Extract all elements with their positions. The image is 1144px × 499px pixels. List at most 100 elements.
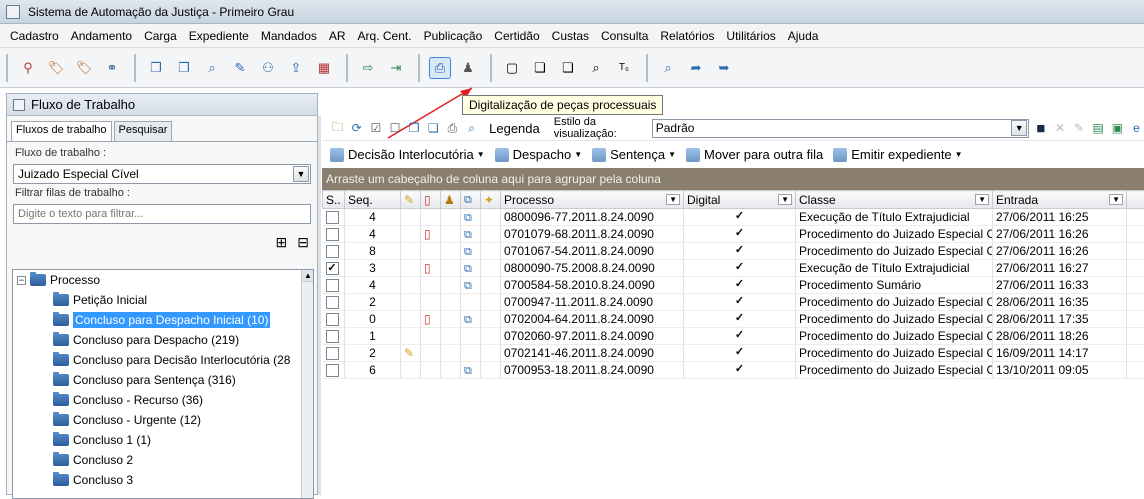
search-icon[interactable]: ⌕ xyxy=(464,119,479,137)
row-select-checkbox[interactable] xyxy=(326,347,339,360)
document-move-icon[interactable]: ❐ xyxy=(173,57,195,79)
scan-documents-icon[interactable]: ⎙ xyxy=(429,57,451,79)
document-next-icon[interactable]: ⇥ xyxy=(385,57,407,79)
document-search-icon[interactable]: ⌕ xyxy=(201,57,223,79)
document-send-icon[interactable]: ➥ xyxy=(713,57,735,79)
cell-select[interactable] xyxy=(323,277,345,294)
users-icon[interactable]: ⚭ xyxy=(101,57,123,79)
col-header-note[interactable]: ✎ xyxy=(401,191,421,209)
cell-processo[interactable]: 0700584-58.2010.8.24.0090 xyxy=(501,277,684,294)
menu-utilitarios[interactable]: Utilitários xyxy=(720,25,781,47)
tab-fluxos[interactable]: Fluxos de trabalho xyxy=(11,121,112,141)
col-header-seq[interactable]: Seq. xyxy=(345,191,401,209)
col-header-people[interactable]: ♟ xyxy=(441,191,461,209)
tree-item[interactable]: Concluso - Recurso (36) xyxy=(13,390,313,410)
table-row[interactable]: 4▯⧉0701079-68.2011.8.24.0090Procedimento… xyxy=(323,226,1144,243)
table-row[interactable]: 0▯⧉0702004-64.2011.8.24.0090Procedimento… xyxy=(323,311,1144,328)
calendar-icon[interactable]: ▦ xyxy=(313,57,335,79)
cell-processo[interactable]: 0702004-64.2011.8.24.0090 xyxy=(501,311,684,328)
document-export-icon[interactable]: ⇪ xyxy=(285,57,307,79)
workflow-select[interactable]: Juizado Especial Cível ▼ xyxy=(13,164,311,184)
cell-select[interactable] xyxy=(323,345,345,362)
tag-icon[interactable]: 🏷 xyxy=(45,57,67,79)
col-header-s[interactable]: S.. xyxy=(323,191,345,209)
document-user-icon[interactable]: ⚇ xyxy=(257,57,279,79)
table-row[interactable]: 2✎0702141-46.2011.8.24.0090Procedimento … xyxy=(323,345,1144,362)
row-select-checkbox[interactable] xyxy=(326,279,339,292)
menu-expediente[interactable]: Expediente xyxy=(183,25,255,47)
document-edit-icon[interactable]: ✎ xyxy=(229,57,251,79)
menu-ajuda[interactable]: Ajuda xyxy=(782,25,825,47)
save-icon[interactable]: ■ xyxy=(1033,119,1048,137)
menu-certidao[interactable]: Certidão xyxy=(488,25,545,47)
action-decisao[interactable]: Decisão Interlocutória▼ xyxy=(330,147,485,162)
cell-processo[interactable]: 0701067-54.2011.8.24.0090 xyxy=(501,243,684,260)
menu-mandados[interactable]: Mandados xyxy=(255,25,323,47)
chevron-down-icon[interactable]: ▼ xyxy=(778,194,792,205)
cell-select[interactable] xyxy=(323,311,345,328)
table-row[interactable]: 4⧉0700584-58.2010.8.24.0090Procedimento … xyxy=(323,277,1144,294)
folder-icon[interactable]: 🗀 xyxy=(330,119,345,137)
tree-scrollbar[interactable]: ▲ xyxy=(301,270,313,499)
menu-consulta[interactable]: Consulta xyxy=(595,25,654,47)
col-header-entrada[interactable]: Entrada▼ xyxy=(993,191,1127,209)
cell-processo[interactable]: 0800090-75.2008.8.24.0090 xyxy=(501,260,684,277)
col-header-doc[interactable]: ▯ xyxy=(421,191,441,209)
table-row[interactable]: 3▯⧉0800090-75.2008.8.24.0090Execução de … xyxy=(323,260,1144,277)
cell-select[interactable] xyxy=(323,328,345,345)
col-header-dig[interactable]: ⧉ xyxy=(461,191,481,209)
row-select-checkbox[interactable] xyxy=(326,330,339,343)
deselect-icon[interactable]: ☐ xyxy=(387,119,402,137)
cell-select[interactable] xyxy=(323,209,345,226)
tag-alt-icon[interactable]: 🏷 xyxy=(73,57,95,79)
close-icon[interactable]: ✕ xyxy=(1052,119,1067,137)
scroll-up-icon[interactable]: ▲ xyxy=(302,270,314,282)
action-sentenca[interactable]: Sentença▼ xyxy=(592,147,676,162)
tree-root-processo[interactable]: − Processo xyxy=(13,270,313,290)
chevron-down-icon[interactable]: ▼ xyxy=(975,194,989,205)
cell-select[interactable] xyxy=(323,243,345,260)
cell-select[interactable] xyxy=(323,260,345,277)
tab-pesquisar[interactable]: Pesquisar xyxy=(114,121,173,141)
col-header-extra[interactable] xyxy=(1127,191,1144,209)
chevron-down-icon[interactable]: ▼ xyxy=(666,194,680,205)
page-icon[interactable]: ▢ xyxy=(501,57,523,79)
cell-processo[interactable]: 0800096-77.2011.8.24.0090 xyxy=(501,209,684,226)
row-select-checkbox[interactable] xyxy=(326,245,339,258)
text-format-icon[interactable]: T₆ xyxy=(613,57,635,79)
col-header-classe[interactable]: Classe▼ xyxy=(796,191,993,209)
collapse-icon[interactable]: − xyxy=(17,276,26,285)
pane-splitter[interactable] xyxy=(318,116,321,495)
pages-copy-icon[interactable]: ❏ xyxy=(557,57,579,79)
menu-relatorios[interactable]: Relatórios xyxy=(654,25,720,47)
table-row[interactable]: 20700947-11.2011.8.24.0090Procedimento d… xyxy=(323,294,1144,311)
view-style-select[interactable]: Padrão ▼ xyxy=(652,119,1029,138)
row-select-checkbox[interactable] xyxy=(326,228,339,241)
row-select-checkbox[interactable] xyxy=(326,211,339,224)
group-by-area[interactable]: Arraste um cabeçalho de coluna aqui para… xyxy=(322,168,1144,190)
row-select-checkbox[interactable] xyxy=(326,313,339,326)
menu-publicacao[interactable]: Publicação xyxy=(418,25,489,47)
pin-icon[interactable]: ⚲ xyxy=(17,57,39,79)
menu-ar[interactable]: AR xyxy=(323,25,352,47)
cell-processo[interactable]: 0700947-11.2011.8.24.0090 xyxy=(501,294,684,311)
table-row[interactable]: 10702060-97.2011.8.24.0090Procedimento d… xyxy=(323,328,1144,345)
cell-processo[interactable]: 0700953-18.2011.8.24.0090 xyxy=(501,362,684,379)
action-emitir[interactable]: Emitir expediente▼ xyxy=(833,147,962,162)
pages-icon[interactable]: ❏ xyxy=(529,57,551,79)
table-row[interactable]: 4⧉0800096-77.2011.8.24.0090Execução de T… xyxy=(323,209,1144,226)
row-select-checkbox[interactable] xyxy=(326,262,339,275)
row-select-checkbox[interactable] xyxy=(326,296,339,309)
col-header-processo[interactable]: Processo▼ xyxy=(501,191,684,209)
action-mover[interactable]: Mover para outra fila xyxy=(686,147,823,162)
cell-select[interactable] xyxy=(323,362,345,379)
legend-button[interactable]: Legenda xyxy=(489,121,540,136)
print-icon[interactable]: ⎙ xyxy=(445,119,460,137)
table-row[interactable]: 8⧉0701067-54.2011.8.24.0090Procedimento … xyxy=(323,243,1144,260)
document-forward-icon[interactable]: ➦ xyxy=(685,57,707,79)
tree-item[interactable]: Concluso 1 (1) xyxy=(13,430,313,450)
export-icon[interactable]: ▣ xyxy=(1110,119,1125,137)
chevron-down-icon[interactable]: ▼ xyxy=(1011,120,1027,136)
tree-item[interactable]: Petição Inicial xyxy=(13,290,313,310)
document-copy-icon[interactable]: ❐ xyxy=(145,57,167,79)
